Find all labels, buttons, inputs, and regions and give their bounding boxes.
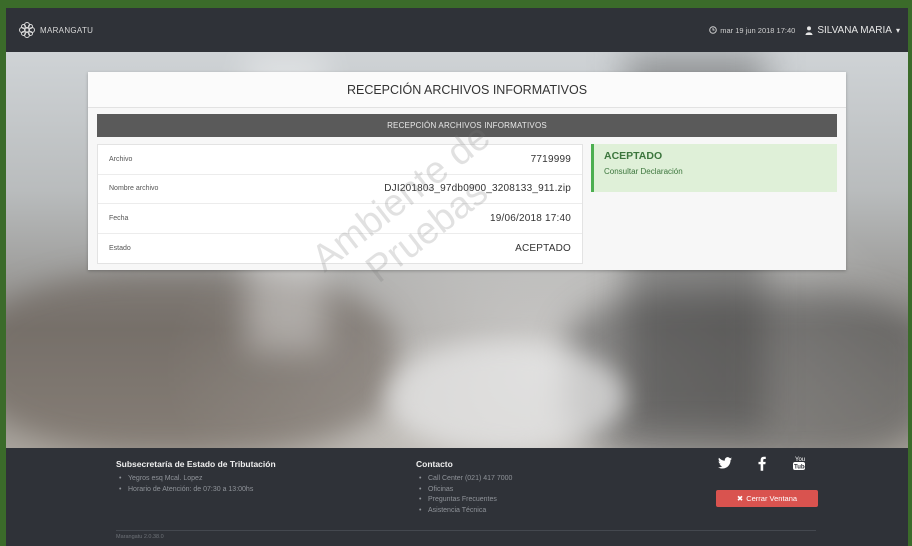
datetime-text: mar 19 jun 2018 17:40 (720, 25, 796, 35)
user-menu[interactable]: SILVANA MARIA ▾ (805, 25, 900, 36)
footer-org-title: Subsecretaría de Estado de Tributación (116, 459, 276, 469)
detail-row-estado: Estado ACEPTADO (98, 234, 582, 264)
user-icon (805, 25, 813, 35)
footer-oficinas-link[interactable]: Oficinas (419, 485, 512, 496)
caret-down-icon: ▾ (895, 25, 900, 35)
app-version: Marangatu 2.0.38.0 (116, 534, 164, 540)
footer-contact: Contacto Call Center (021) 417 7000 Ofic… (416, 459, 512, 516)
detail-value: 7719999 (530, 153, 571, 165)
close-window-button[interactable]: ✖ Cerrar Ventana (716, 490, 818, 507)
details-table: Archivo 7719999 Nombre archivo DJI201803… (97, 144, 583, 264)
detail-label: Nombre archivo (109, 185, 159, 193)
footer-address: Yegros esq Mcal. Lopez (119, 474, 276, 485)
brand[interactable]: MARANGATU (18, 21, 93, 39)
svg-text:Tube: Tube (794, 465, 806, 471)
footer-support-link[interactable]: Asistencia Técnica (419, 506, 512, 517)
user-name: SILVANA MARIA (817, 24, 892, 36)
detail-row-nombre-archivo: Nombre archivo DJI201803_97db0900_320813… (98, 175, 582, 204)
youtube-icon[interactable]: You Tube (792, 455, 806, 471)
nav-right: mar 19 jun 2018 17:40 SILVANA MARIA ▾ (709, 25, 900, 36)
close-window-label: Cerrar Ventana (746, 494, 798, 503)
twitter-icon[interactable] (718, 457, 732, 469)
consultar-declaracion-link[interactable]: Consultar Declaración (604, 167, 827, 176)
detail-label: Estado (109, 244, 131, 252)
detail-label: Archivo (109, 155, 133, 163)
detail-label: Fecha (109, 214, 129, 222)
page-title: RECEPCIÓN ARCHIVOS INFORMATIVOS (88, 72, 846, 108)
detail-row-fecha: Fecha 19/06/2018 17:40 (98, 204, 582, 234)
footer-contact-title: Contacto (416, 459, 453, 469)
footer-org: Subsecretaría de Estado de Tributación Y… (116, 459, 276, 495)
detail-row-archivo: Archivo 7719999 (98, 145, 582, 175)
detail-value: 19/06/2018 17:40 (489, 212, 571, 224)
facebook-icon[interactable] (758, 456, 766, 471)
reception-card: RECEPCIÓN ARCHIVOS INFORMATIVOS RECEPCIÓ… (88, 72, 846, 270)
footer-divider (116, 530, 816, 531)
clock-icon (709, 26, 718, 34)
close-icon: ✖ (736, 494, 744, 503)
social-links: You Tube (718, 455, 806, 471)
marangatu-logo-icon (19, 22, 35, 38)
detail-value: DJI201803_97db0900_3208133_911.zip (384, 183, 571, 195)
status-alert: ACEPTADO Consultar Declaración (591, 144, 837, 192)
card-content: Archivo 7719999 Nombre archivo DJI201803… (97, 144, 837, 264)
app-frame: MARANGATU mar 19 jun 2018 17:40 SILVANA … (6, 8, 908, 546)
footer-faq-link[interactable]: Preguntas Frecuentes (419, 495, 512, 506)
top-navbar: MARANGATU mar 19 jun 2018 17:40 SILVANA … (6, 8, 908, 52)
brand-name: MARANGATU (40, 25, 94, 35)
footer-call-center[interactable]: Call Center (021) 417 7000 (419, 474, 513, 485)
footer: Subsecretaría de Estado de Tributación Y… (6, 448, 908, 546)
footer-hours: Horario de Atención: de 07:30 a 13:00hs (119, 485, 276, 496)
session-clock: mar 19 jun 2018 17:40 (709, 26, 795, 35)
detail-value: ACEPTADO (515, 242, 571, 254)
status-title: ACEPTADO (604, 150, 663, 162)
section-header: RECEPCIÓN ARCHIVOS INFORMATIVOS (97, 114, 837, 137)
